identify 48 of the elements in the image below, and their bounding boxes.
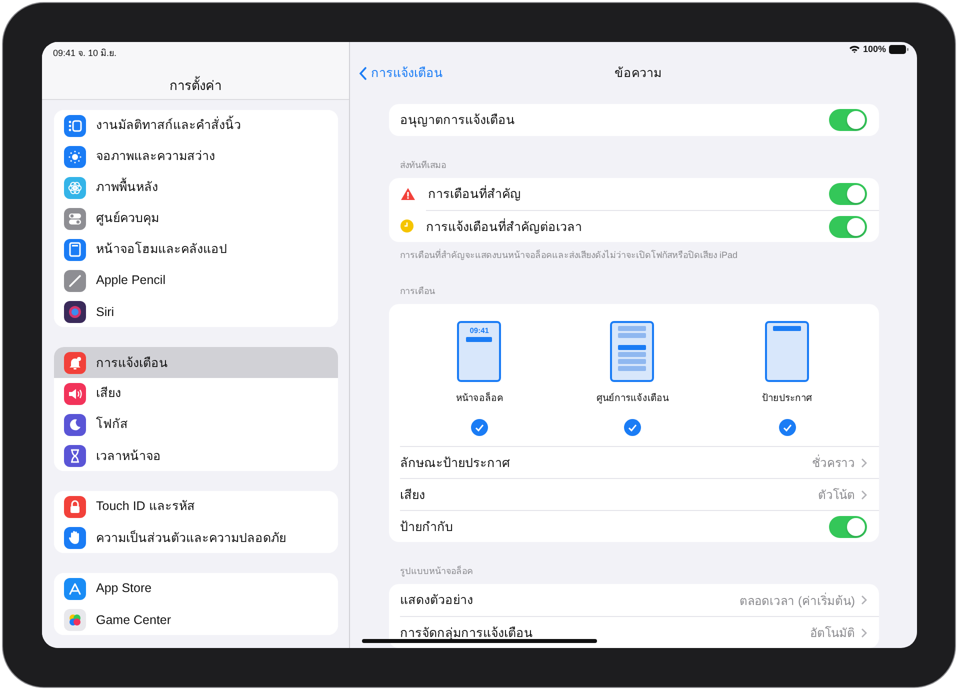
settings-row[interactable]: อนุญาตการแจ้งเตือน: [389, 104, 879, 136]
checkmark-circle[interactable]: [778, 419, 796, 436]
section-header: ส่งทันทีเสมอ: [400, 159, 447, 172]
checkmark-circle[interactable]: [624, 419, 641, 436]
battery-percent: 100%: [862, 44, 886, 54]
settings-row[interactable]: การเตือนที่สำคัญ: [389, 178, 879, 210]
settings-row[interactable]: ป้ายกำกับ: [389, 510, 879, 542]
toggle-switch[interactable]: [829, 109, 867, 131]
section-footer: การเตือนที่สำคัญจะแสดงบนหน้าจอล็อคและส่งเสียงดังไม่ว่าจะเปิดโฟกัสหรือปิดเสียง iPad: [400, 248, 879, 262]
section-header: รูปแบบหน้าจอล็อค: [400, 564, 474, 578]
settings-row[interactable]: เสียง ตัวโน้ต: [389, 478, 879, 510]
row-label: การเตือนที่สำคัญ: [428, 184, 521, 203]
row-label: การจัดกลุ่มการแจ้งเตือน: [400, 624, 533, 642]
row-label: แสดงตัวอย่าง: [400, 592, 473, 609]
chevron-icon: [861, 458, 867, 468]
alert-style-label: ป้ายประกาศ: [762, 392, 812, 405]
section-header: การเตือน: [400, 285, 436, 298]
toggle-switch[interactable]: [829, 516, 867, 538]
row-value: ตัวโน้ต: [818, 487, 855, 504]
row-value: ตลอดเวลา (ค่าเริ่มต้น): [740, 592, 855, 610]
row-label: เสียง: [400, 486, 425, 504]
settings-row[interactable]: แสดงตัวอย่าง ตลอดเวลา (ค่าเริ่มต้น): [389, 584, 879, 616]
chevron-icon: [861, 628, 867, 638]
notification-list-illustration: [610, 321, 654, 382]
row-label: ลักษณะป้ายประกาศ: [400, 454, 510, 472]
back-button[interactable]: การแจ้งเตือน: [359, 63, 443, 84]
toggle-switch[interactable]: [829, 216, 867, 238]
wifi-icon: [848, 45, 860, 54]
alert-style-label: ศูนย์การแจ้งเตือน: [596, 392, 668, 405]
settings-row[interactable]: การแจ้งเตือนที่สำคัญต่อเวลา: [389, 210, 879, 242]
row-value: อัตโนมัติ: [810, 625, 855, 642]
back-chevron-icon: [359, 66, 367, 80]
chevron-icon: [861, 490, 867, 500]
row-label: ป้ายกำกับ: [400, 518, 453, 536]
battery-icon: [889, 44, 909, 54]
page-title: ข้อความ: [614, 65, 662, 82]
status-time-date: 09:41 จ. 10 มิ.ย.: [52, 47, 118, 60]
row-value: ชั่วคราว: [812, 454, 855, 472]
alert-style-label: หน้าจอล็อค: [456, 391, 503, 405]
settings-row[interactable]: ลักษณะป้ายประกาศ ชั่วคราว: [389, 446, 879, 478]
chevron-icon: [861, 595, 867, 605]
row-label: อนุญาตการแจ้งเตือน: [400, 112, 515, 130]
row-label: การแจ้งเตือนที่สำคัญต่อเวลา: [426, 217, 582, 236]
toggle-switch[interactable]: [829, 183, 867, 205]
sidebar-title: การตั้งค่า: [168, 75, 222, 95]
checkmark-circle[interactable]: [470, 419, 488, 436]
sidebar-item[interactable]: การแจ้งเตือน: [54, 347, 338, 378]
banner-illustration: [765, 321, 810, 382]
